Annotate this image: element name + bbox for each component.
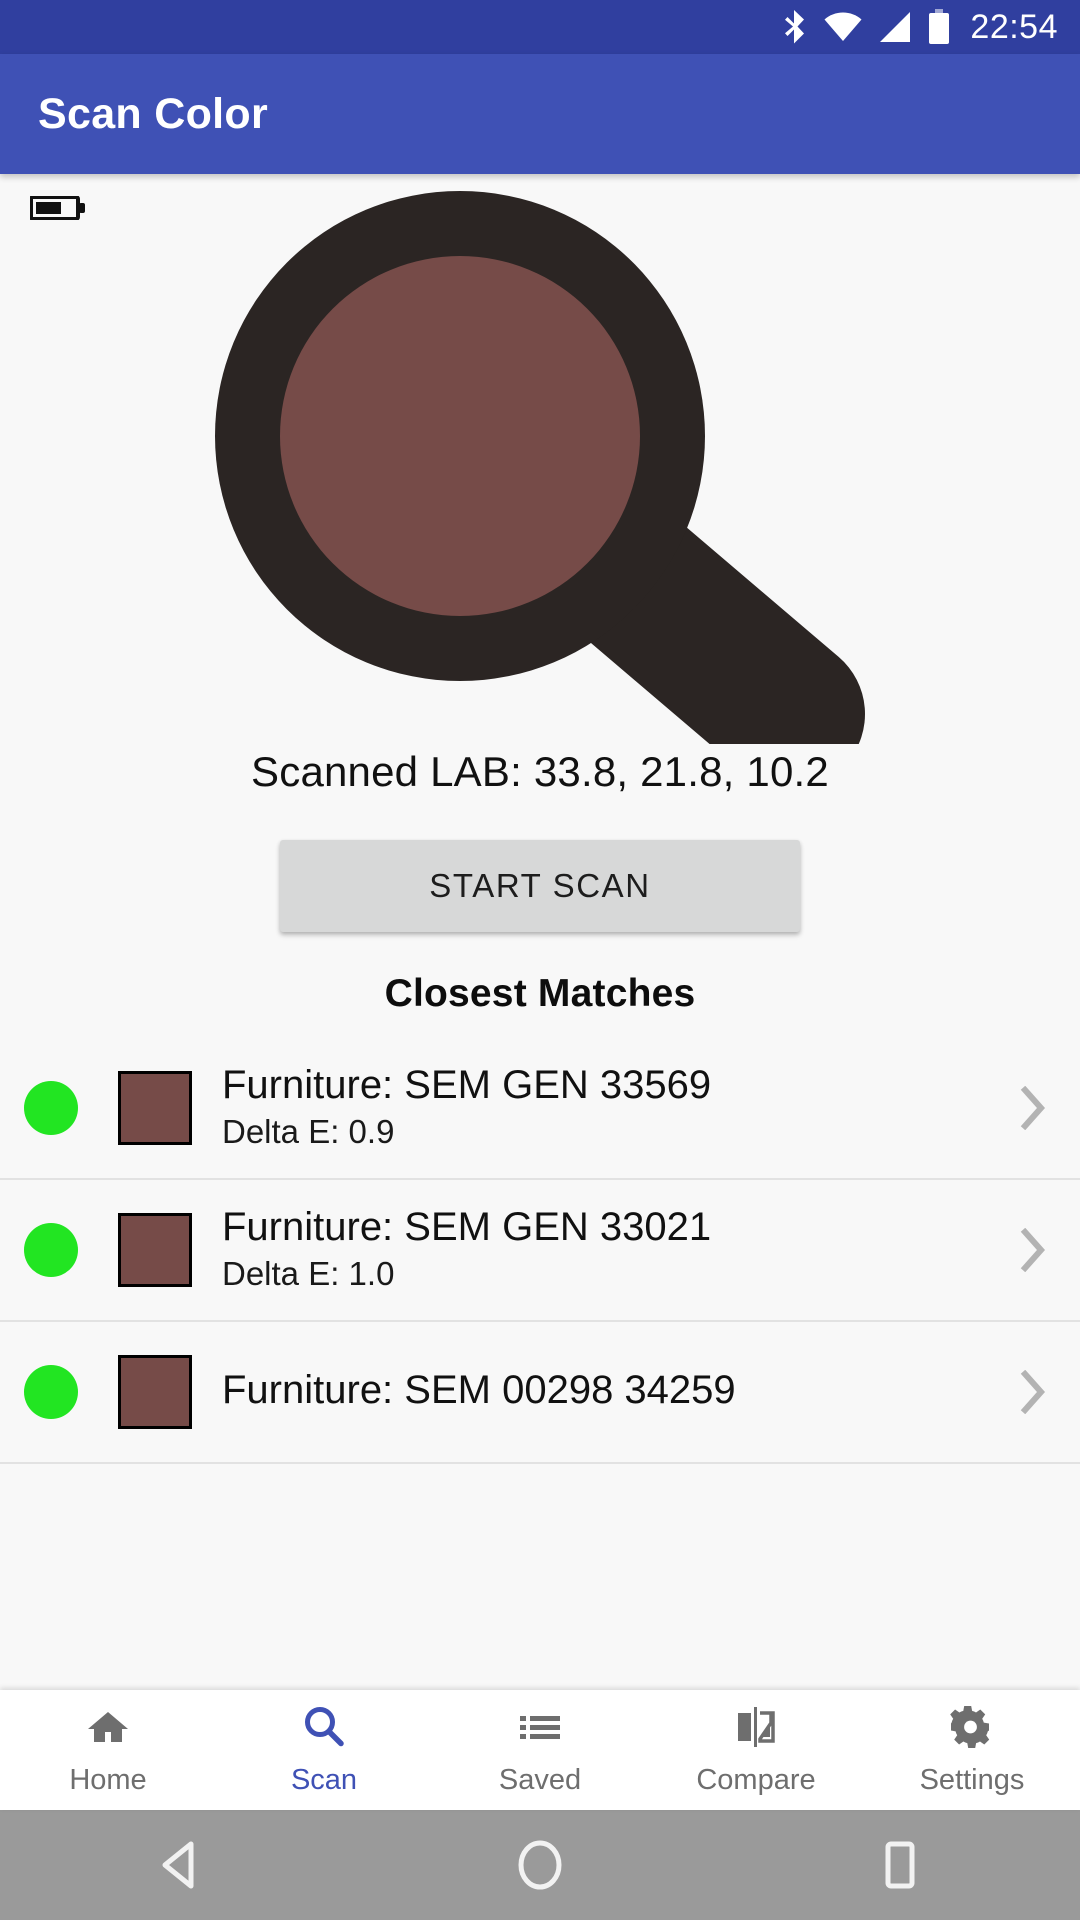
table-row[interactable]: Furniture: SEM GEN 33569 Delta E: 0.9: [0, 1038, 1080, 1180]
match-delta-e: Delta E: 1.0: [222, 1255, 395, 1293]
nav-label-scan: Scan: [290, 1764, 358, 1796]
back-triangle-icon[interactable]: [90, 1810, 270, 1920]
compare-flip-icon: [732, 1703, 780, 1756]
status-bar-time: 22:54: [970, 7, 1058, 46]
page-title: Scan Color: [38, 89, 268, 138]
home-icon: [84, 1703, 132, 1756]
start-scan-button-wrap: START SCAN: [0, 840, 1080, 932]
status-dot: [24, 1365, 78, 1419]
chevron-right-icon[interactable]: [1020, 1370, 1046, 1414]
wifi-icon: [824, 10, 862, 44]
nav-item-saved[interactable]: Saved: [432, 1690, 648, 1810]
match-delta-e: Delta E: 0.9: [222, 1113, 395, 1151]
scanned-lab-value: Scanned LAB: 33.8, 21.8, 10.2: [251, 748, 829, 795]
nav-label-saved: Saved: [498, 1764, 582, 1796]
nav-item-compare[interactable]: Compare: [648, 1690, 864, 1810]
battery-icon: [928, 9, 950, 45]
gear-icon: [948, 1703, 996, 1756]
nav-item-settings[interactable]: Settings: [864, 1690, 1080, 1810]
magnifier-color-preview-icon: [0, 174, 1080, 744]
bluetooth-icon: [782, 10, 808, 44]
chevron-right-icon[interactable]: [1020, 1228, 1046, 1272]
cellular-signal-icon: [878, 10, 912, 44]
match-title: Furniture: SEM GEN 33021: [222, 1205, 712, 1250]
nav-label-compare: Compare: [696, 1764, 816, 1796]
status-dot: [24, 1081, 78, 1135]
search-icon: [300, 1703, 348, 1756]
android-system-navigation: [0, 1810, 1080, 1920]
match-text: Furniture: SEM GEN 33021 Delta E: 1.0: [222, 1205, 1020, 1294]
color-swatch: [118, 1213, 192, 1287]
match-text: Furniture: SEM GEN 33569 Delta E: 0.9: [222, 1063, 1020, 1152]
nav-label-home: Home: [69, 1764, 147, 1796]
home-circle-icon[interactable]: [450, 1810, 630, 1920]
start-scan-button[interactable]: START SCAN: [280, 840, 800, 932]
bottom-navigation: Home Scan Saved Compare Settings: [0, 1690, 1080, 1810]
match-title: Furniture: SEM GEN 33569: [222, 1063, 712, 1108]
main-content: Scanned LAB: 33.8, 21.8, 10.2 START SCAN…: [0, 174, 1080, 1690]
nav-item-home[interactable]: Home: [0, 1690, 216, 1810]
closest-matches-list: Furniture: SEM GEN 33569 Delta E: 0.9 Fu…: [0, 1038, 1080, 1464]
table-row[interactable]: Furniture: SEM GEN 33021 Delta E: 1.0: [0, 1180, 1080, 1322]
closest-matches-heading: Closest Matches: [384, 972, 696, 1015]
app-bar: Scan Color: [0, 54, 1080, 174]
match-title: Furniture: SEM 00298 34259: [222, 1367, 736, 1412]
nav-item-scan[interactable]: Scan: [216, 1690, 432, 1810]
status-bar: 22:54: [0, 0, 1080, 54]
match-text: Furniture: SEM 00298 34259: [222, 1368, 1020, 1417]
nav-label-settings: Settings: [919, 1764, 1025, 1796]
chevron-right-icon[interactable]: [1020, 1086, 1046, 1130]
color-swatch: [118, 1071, 192, 1145]
status-dot: [24, 1223, 78, 1277]
table-row[interactable]: Furniture: SEM 00298 34259: [0, 1322, 1080, 1464]
color-swatch: [118, 1355, 192, 1429]
recents-square-icon[interactable]: [810, 1810, 990, 1920]
list-icon: [516, 1703, 564, 1756]
